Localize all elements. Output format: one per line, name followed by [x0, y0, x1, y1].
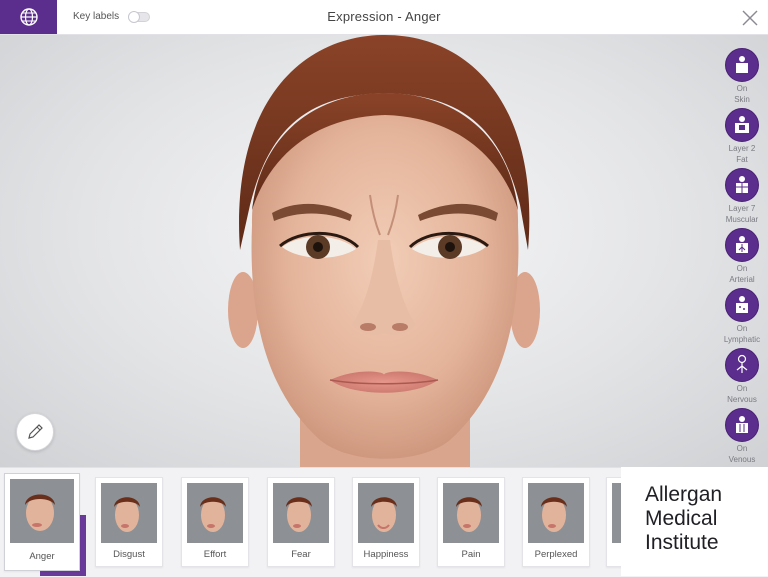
body-lymphatic-icon — [725, 288, 759, 322]
layer-state: On — [736, 444, 748, 453]
expression-label: Perplexed — [534, 549, 578, 560]
close-button[interactable] — [740, 8, 760, 28]
brand-line-2: Medical — [645, 507, 718, 530]
pen-icon — [28, 424, 43, 439]
expression-thumb-perplexed[interactable]: Perplexed — [522, 477, 590, 567]
layer-state: On — [736, 384, 748, 393]
top-bar: Key labels Expression - Anger — [0, 0, 768, 35]
body-venous-icon — [725, 408, 759, 442]
layer-name: Nervous — [727, 395, 757, 404]
layer-muscular[interactable]: Layer 7 Muscular — [722, 168, 762, 224]
expression-face-image — [443, 483, 499, 543]
model-viewport[interactable]: On Skin Layer 2 Fat Layer 7 Muscular On … — [0, 35, 768, 467]
expression-thumb-happiness[interactable]: Happiness — [352, 477, 420, 567]
body-arterial-icon — [725, 228, 759, 262]
layer-state: On — [736, 84, 748, 93]
expression-thumb-pain[interactable]: Pain — [437, 477, 505, 567]
brand-logo-text: Allergan Medical Institute — [645, 483, 722, 555]
layer-state: Layer 2 — [728, 144, 756, 153]
expression-label: Pain — [461, 549, 481, 560]
expression-thumb-anger[interactable]: Anger — [4, 473, 80, 571]
expression-face-image — [10, 479, 74, 543]
expression-thumb-disgust[interactable]: Disgust — [95, 477, 163, 567]
expression-face-image — [187, 483, 243, 543]
layer-skin[interactable]: On Skin — [722, 48, 762, 104]
body-fat-icon — [725, 108, 759, 142]
expression-face-image — [273, 483, 329, 543]
layer-arterial[interactable]: On Arterial — [722, 228, 762, 284]
expression-label: Fear — [291, 549, 311, 560]
layer-name: Muscular — [725, 215, 759, 224]
expression-label: Anger — [29, 551, 55, 562]
expression-thumb-effort[interactable]: Effort — [181, 477, 249, 567]
body-muscular-icon — [725, 168, 759, 202]
body-skin-icon — [725, 48, 759, 82]
page-title: Expression - Anger — [327, 9, 441, 24]
layer-state: On — [736, 264, 748, 273]
brand-line-3: Institute — [645, 531, 719, 554]
expression-face-image — [528, 483, 584, 543]
layer-nervous[interactable]: On Nervous — [722, 348, 762, 404]
body-nervous-icon — [725, 348, 759, 382]
pen-button[interactable] — [16, 413, 54, 451]
expression-label: Effort — [203, 549, 227, 560]
layer-lymphatic[interactable]: On Lymphatic — [722, 288, 762, 344]
layer-name: Venous — [728, 455, 756, 464]
face-model — [228, 35, 540, 467]
expression-label: Disgust — [113, 549, 145, 560]
expression-thumb-fear[interactable]: Fear — [267, 477, 335, 567]
layer-state: On — [736, 324, 748, 333]
layer-name: Skin — [734, 95, 750, 104]
layer-name: Lymphatic — [723, 335, 761, 344]
layer-state: Layer 7 — [728, 204, 756, 213]
expression-label: Happiness — [363, 549, 409, 560]
brand-line-1: Allergan — [645, 483, 723, 506]
expression-face-image — [358, 483, 414, 543]
layer-name: Arterial — [729, 275, 755, 284]
brand-panel: Allergan Medical Institute — [621, 467, 768, 576]
close-icon — [742, 10, 758, 26]
layer-fat[interactable]: Layer 2 Fat — [722, 108, 762, 164]
layer-name: Fat — [736, 155, 748, 164]
layer-venous[interactable]: On Venous — [722, 408, 762, 464]
expression-face-image — [101, 483, 157, 543]
